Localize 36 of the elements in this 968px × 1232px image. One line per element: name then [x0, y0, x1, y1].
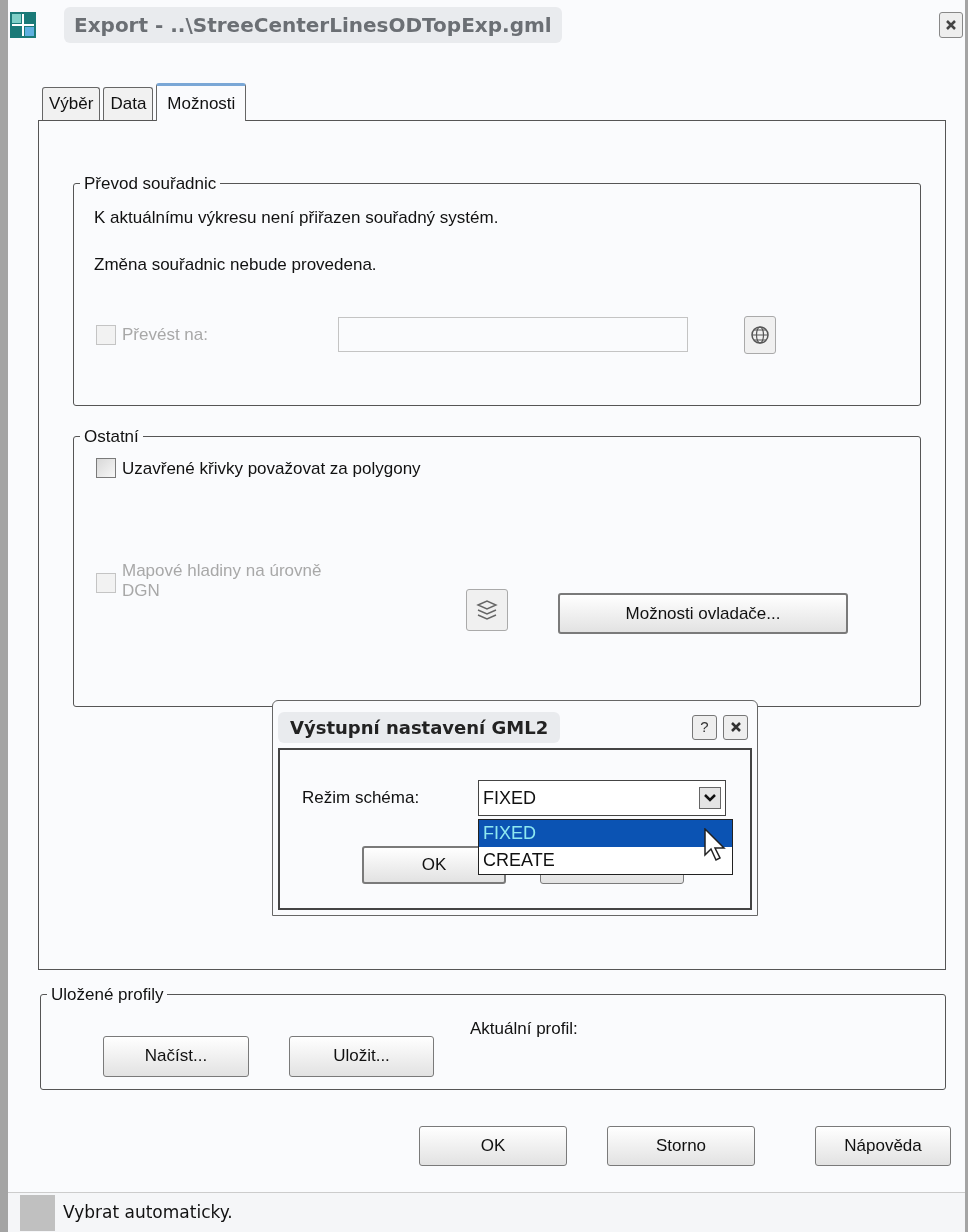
load-button[interactable]: Načíst... [103, 1035, 249, 1077]
message-text: Změna souřadnic nebude provedena. [94, 254, 378, 276]
layers-icon [475, 599, 499, 621]
help-button[interactable]: ? [692, 714, 717, 740]
dialog-button[interactable]: OK [419, 1126, 567, 1166]
group-title: Převod souřadnic [83, 173, 218, 195]
message-text: K aktuálnímu výkresu není přiřazen souřadný systém. [94, 206, 500, 229]
close-icon [945, 19, 957, 31]
tab[interactable]: Data [103, 87, 154, 120]
driver-options-button[interactable]: Možnosti ovladače... [558, 593, 848, 634]
popup-title: Výstupní nastavení GML2 [278, 711, 561, 743]
close-button[interactable] [939, 12, 963, 38]
globe-button[interactable] [744, 315, 776, 354]
checkbox-label: Mapové hladiny na úrovně DGN [122, 561, 323, 601]
mouse-cursor-icon [704, 828, 728, 862]
layers-button[interactable] [466, 589, 508, 631]
dropdown-option[interactable]: FIXED [479, 820, 732, 847]
current-profile-label: Aktuální profil: [470, 1017, 578, 1040]
group-title: Ostatní [83, 426, 140, 448]
chevron-down-icon [699, 787, 721, 809]
dialog-button[interactable]: Nápověda [815, 1126, 951, 1166]
field-label: Režim schéma: [302, 787, 421, 810]
checkbox[interactable] [96, 458, 116, 479]
schema-mode-dropdown[interactable]: FIXED [478, 780, 726, 816]
tab[interactable]: Výběr [42, 87, 101, 120]
checkbox-label: Uzavřené křivky považovat za polygony [122, 457, 421, 480]
dialog-button[interactable]: Storno [607, 1126, 755, 1166]
close-button[interactable] [723, 714, 748, 740]
tab[interactable]: Možnosti [156, 83, 247, 121]
close-icon [729, 721, 742, 733]
globe-icon [750, 324, 770, 345]
group-title: Uložené profily [50, 984, 165, 1006]
checkbox-label: Převést na: [122, 323, 209, 346]
status-text: Vybrat automaticky. [63, 1200, 233, 1224]
save-button[interactable]: Uložit... [289, 1035, 434, 1077]
window-title: Export - ..\StreeCenterLinesODTopExp.gml [64, 7, 562, 43]
